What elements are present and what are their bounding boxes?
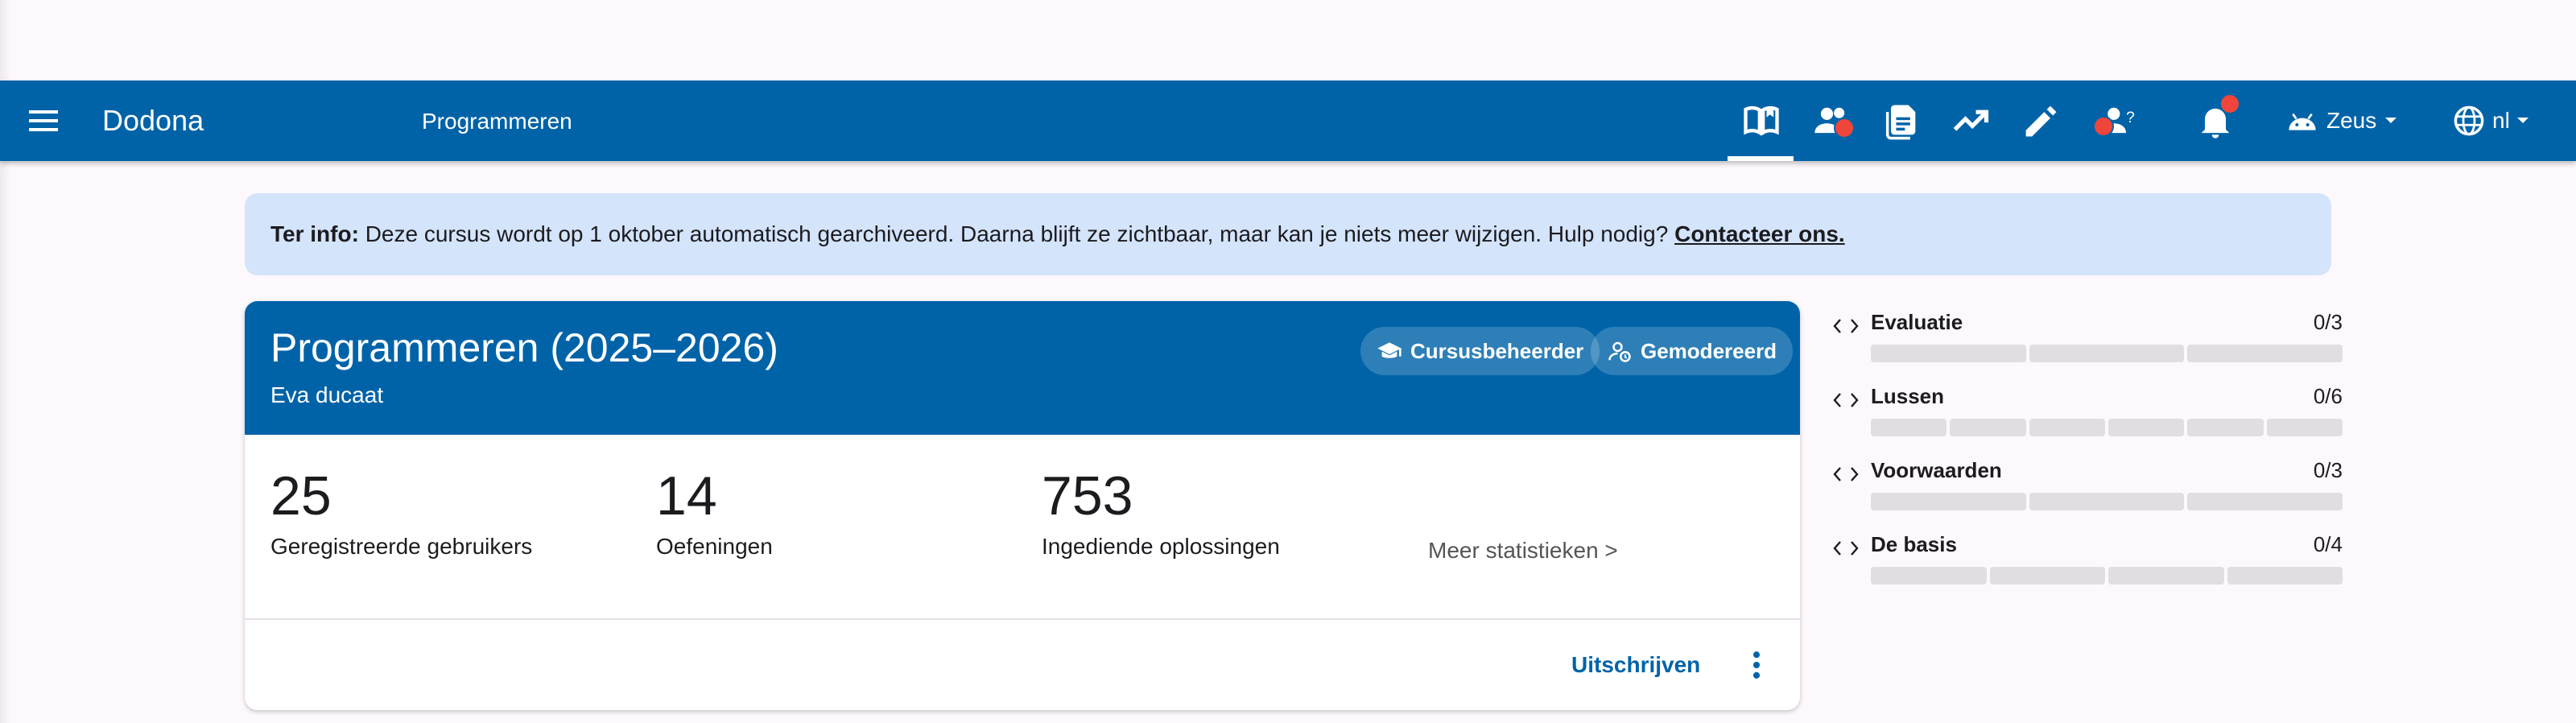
- stat-exercises: 14 Oefeningen: [656, 465, 773, 560]
- card-divider: [245, 618, 1800, 620]
- stat-label: Oefeningen: [656, 534, 773, 559]
- language-menu[interactable]: nl: [2452, 101, 2529, 140]
- course-breadcrumb[interactable]: Programmeren: [422, 108, 572, 135]
- series-progress-bar: [1871, 493, 2343, 510]
- series-item[interactable]: De basis 0/4: [1832, 531, 2343, 588]
- book-open-icon[interactable]: [1737, 98, 1785, 143]
- series-progress-bar: [1871, 419, 2343, 436]
- series-progress-bar: [1871, 345, 2343, 362]
- stat-value: 14: [656, 465, 717, 527]
- course-admin-chip: Cursusbeheerder: [1360, 327, 1600, 375]
- progress-segment: [2187, 419, 2264, 436]
- progress-segment: [2029, 345, 2185, 362]
- users-notification-dot: [1834, 118, 1855, 138]
- top-app-bar: Dodona Programmeren ? Zeus nl: [0, 81, 2576, 161]
- course-teacher: Eva ducaat: [270, 382, 384, 407]
- moderated-label: Gemodereerd: [1641, 338, 1777, 363]
- document-icon[interactable]: [1877, 98, 1926, 143]
- stat-registered-users: 25 Geregistreerde gebruikers: [270, 465, 532, 560]
- banner-prefix: Ter info:: [270, 221, 359, 246]
- stat-label: Geregistreerde gebruikers: [270, 534, 533, 559]
- series-score: 0/4: [2313, 532, 2343, 556]
- chevron-down-icon: [2516, 118, 2529, 123]
- graduation-cap-icon: [1377, 342, 1402, 358]
- progress-segment: [2108, 567, 2224, 585]
- user-moderated-icon: [1608, 341, 1631, 362]
- stat-value: 753: [1042, 465, 1133, 527]
- series-score: 0/3: [2313, 310, 2343, 334]
- progress-segment: [1871, 419, 1947, 436]
- code-icon: [1833, 541, 1859, 556]
- stat-submissions: 753 Ingediende oplossingen: [1042, 465, 1280, 560]
- user-name: Zeus: [2326, 108, 2377, 133]
- more-statistics-link[interactable]: Meer statistieken >: [1428, 538, 1618, 564]
- banner-text: Deze cursus wordt op 1 oktober automatis…: [358, 221, 1675, 246]
- code-icon: [1833, 393, 1859, 407]
- progress-segment: [1871, 567, 1987, 585]
- stat-label: Ingediende oplossingen: [1042, 534, 1280, 559]
- unsubscribe-button[interactable]: Uitschrijven: [1571, 652, 1700, 678]
- moderated-chip: Gemodereerd: [1591, 327, 1794, 375]
- series-score: 0/3: [2313, 458, 2343, 482]
- trending-up-icon[interactable]: [1946, 98, 1995, 143]
- bell-notification-dot: [2219, 93, 2240, 114]
- series-item[interactable]: Lussen 0/6: [1832, 383, 2343, 440]
- progress-segment: [2107, 419, 2185, 436]
- course-card: Programmeren (2025–2026) Eva ducaat Curs…: [245, 301, 1800, 710]
- progress-segment: [1950, 419, 2026, 436]
- course-card-header: Programmeren (2025–2026) Eva ducaat Curs…: [245, 301, 1800, 435]
- progress-segment: [2029, 493, 2185, 510]
- course-title[interactable]: Programmeren (2025–2026): [270, 324, 778, 372]
- globe-icon: [2454, 105, 2484, 136]
- svg-text:?: ?: [2126, 109, 2135, 126]
- chevron-down-icon: [2385, 118, 2397, 123]
- series-item[interactable]: Evaluatie 0/3: [1832, 309, 2343, 366]
- progress-segment: [2187, 345, 2343, 362]
- progress-segment: [1871, 493, 2026, 510]
- progress-segment: [2029, 419, 2105, 436]
- progress-segment: [2266, 419, 2343, 436]
- progress-segment: [2187, 493, 2343, 510]
- active-tab-indicator: [1728, 156, 1794, 161]
- user-menu[interactable]: Zeus: [2286, 101, 2397, 140]
- progress-segment: [1871, 345, 2026, 362]
- questions-notification-dot: [2093, 116, 2114, 137]
- app-brand[interactable]: Dodona: [102, 103, 204, 138]
- series-name: Voorwaarden: [1871, 458, 2002, 482]
- code-icon: [1833, 467, 1859, 481]
- course-admin-label: Cursusbeheerder: [1410, 338, 1584, 363]
- progress-segment: [1989, 567, 2105, 585]
- menu-icon[interactable]: [27, 108, 60, 134]
- series-progress-bar: [1871, 567, 2343, 585]
- android-icon: [2289, 113, 2316, 130]
- progress-segment: [2227, 567, 2343, 585]
- series-name: Evaluatie: [1871, 310, 1963, 334]
- pencil-icon[interactable]: [2016, 98, 2064, 143]
- archive-info-banner: Ter info: Deze cursus wordt op 1 oktober…: [245, 193, 2331, 275]
- more-options-icon[interactable]: [1739, 647, 1774, 683]
- series-name: Lussen: [1871, 384, 1945, 408]
- series-score: 0/6: [2313, 384, 2343, 408]
- series-item[interactable]: Voorwaarden 0/3: [1832, 457, 2343, 514]
- language-code: nl: [2492, 108, 2510, 133]
- stat-value: 25: [270, 465, 332, 527]
- contact-link[interactable]: Contacteer ons.: [1674, 221, 1845, 246]
- series-name: De basis: [1871, 532, 1957, 556]
- code-icon: [1833, 319, 1859, 333]
